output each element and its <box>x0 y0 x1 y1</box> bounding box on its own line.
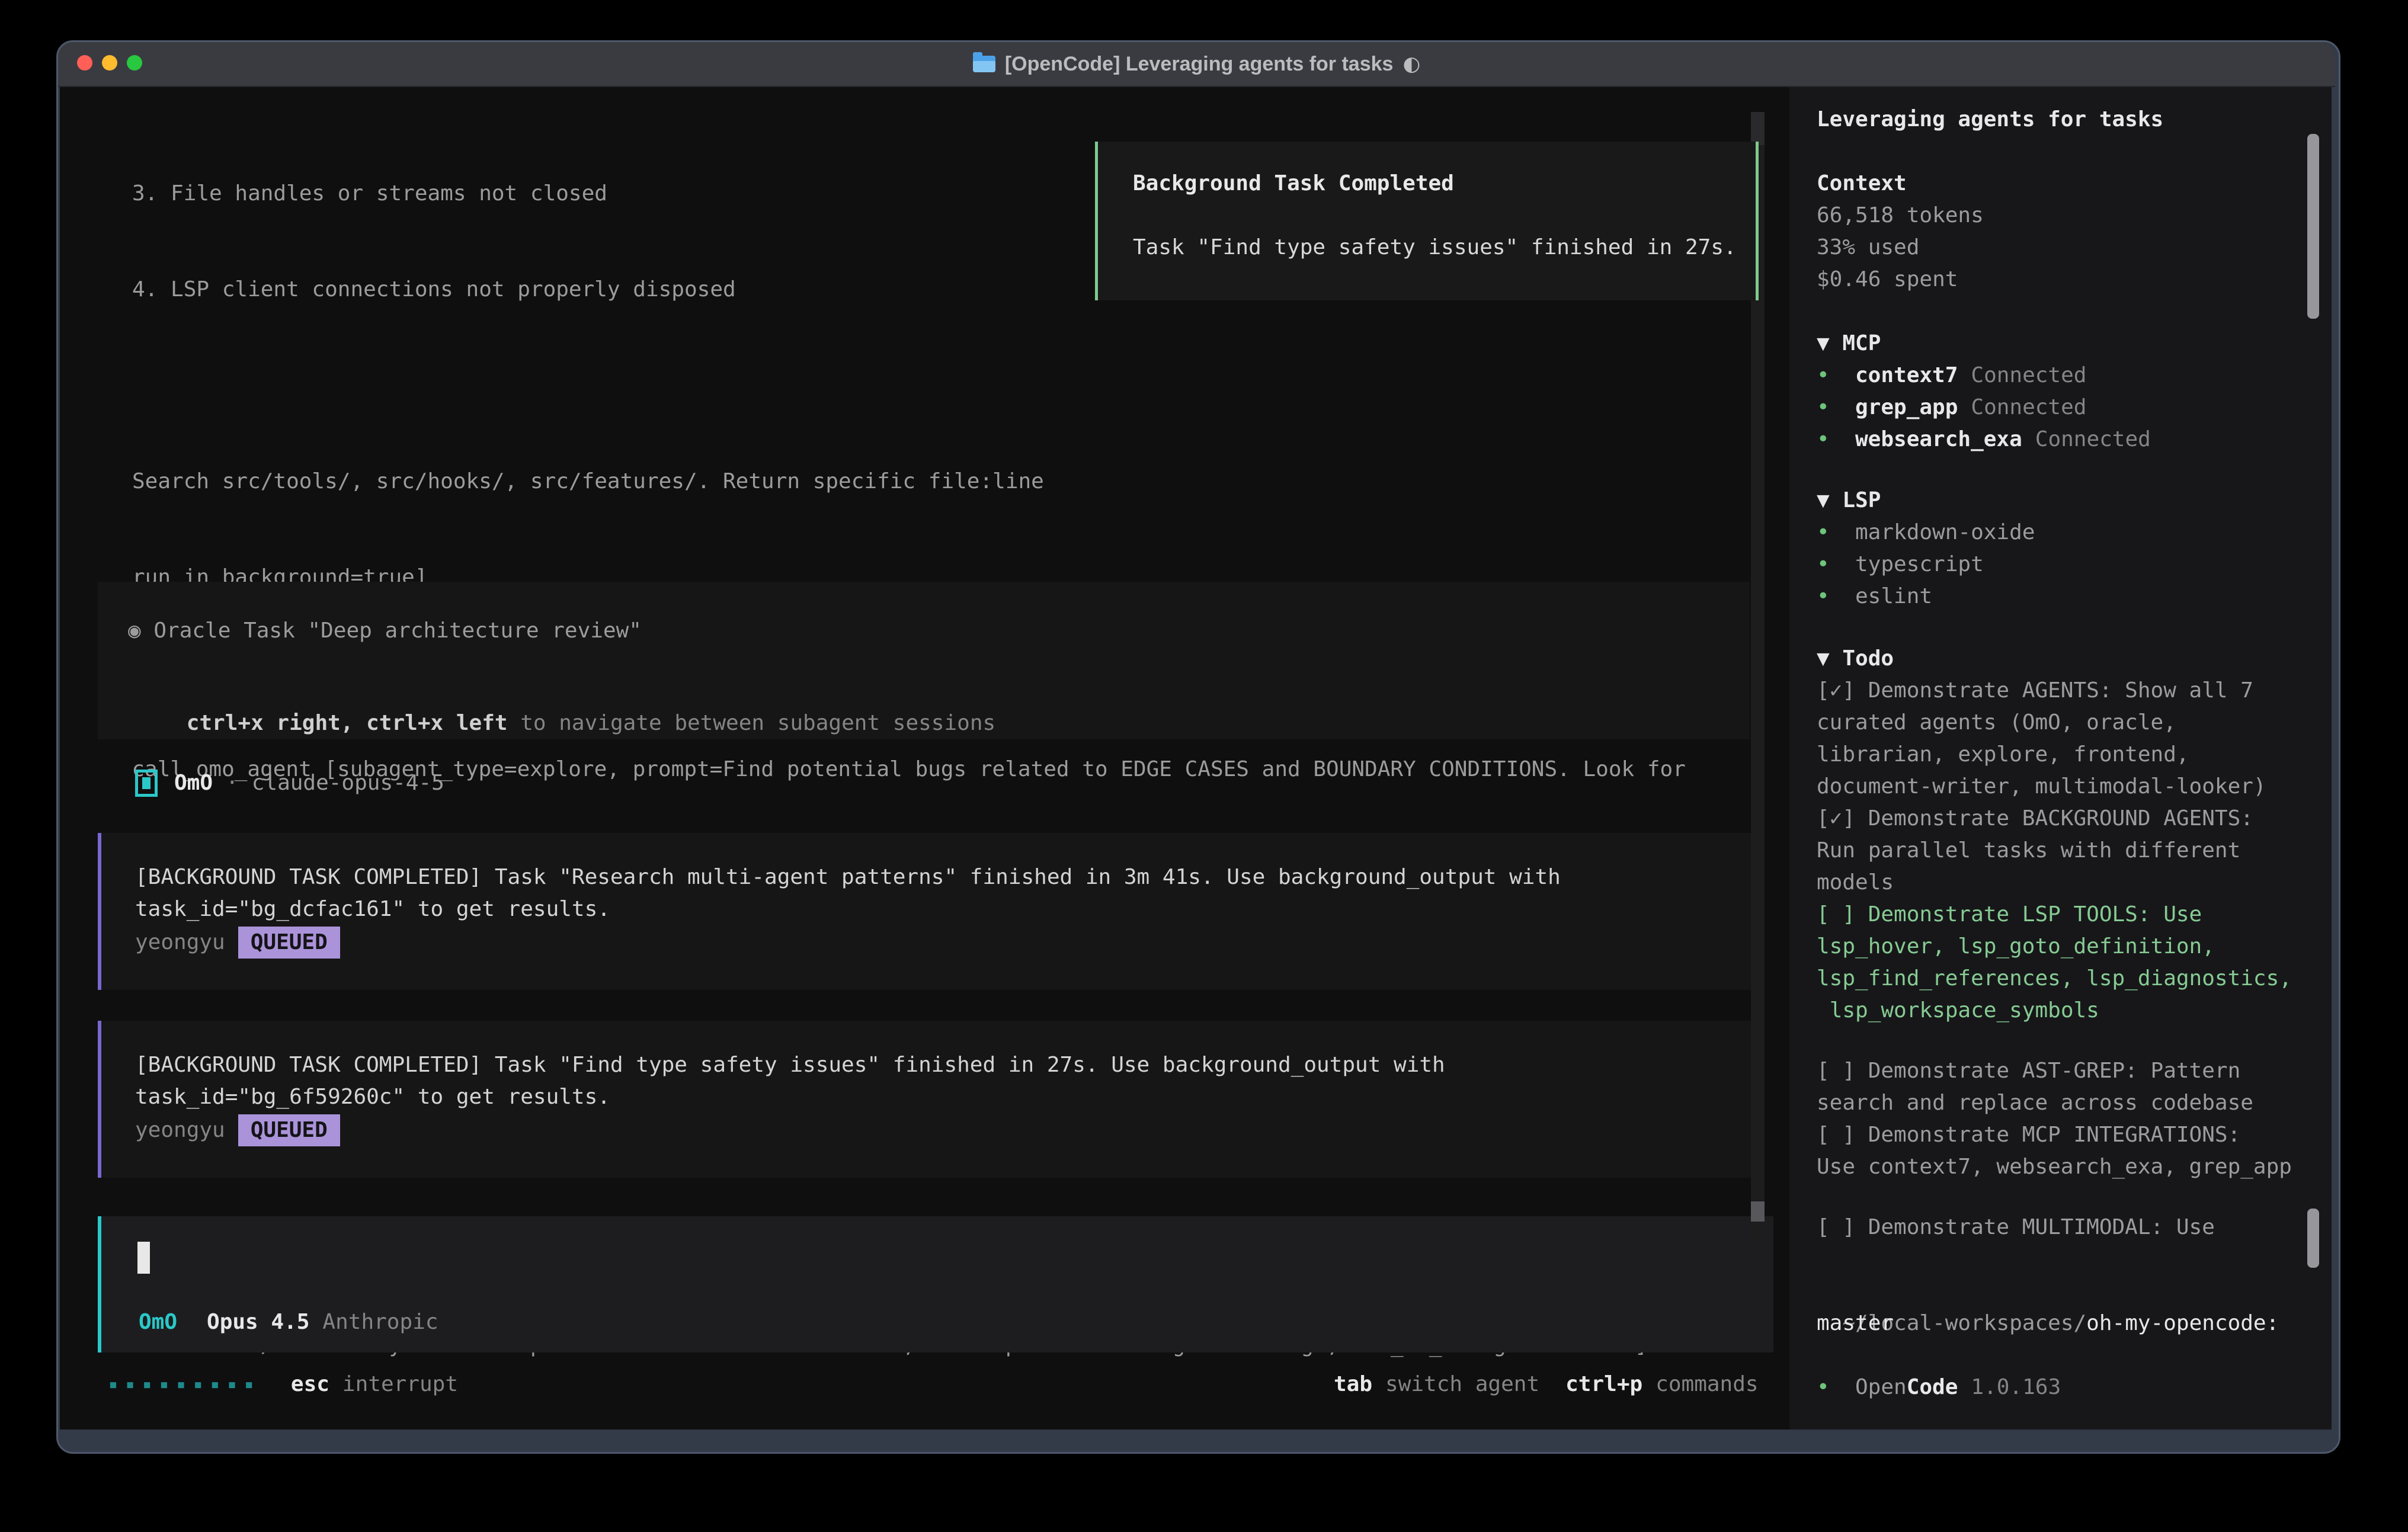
separator-dot: · <box>226 767 239 799</box>
lsp-name: markdown-oxide <box>1855 517 2035 549</box>
lsp-item: •markdown-oxide <box>1817 517 2298 549</box>
context-heading: Context <box>1817 168 2298 200</box>
lsp-section-heading: ▼ LSP <box>1817 485 2298 517</box>
todo-item-pending: [ ] Demonstrate MCP INTEGRATIONS: Use co… <box>1817 1119 2298 1183</box>
version-row: •OpenCode 1.0.163 <box>1817 1371 2298 1403</box>
context-tokens: 66,518 tokens <box>1817 200 2298 232</box>
window-title-group: [OpenCode] Leveraging agents for tasks ◐ <box>58 42 2335 86</box>
todo-section-heading: ▼ Todo <box>1817 643 2298 675</box>
notification-title: Background Task Completed <box>1133 168 1454 200</box>
todo-item-pending: [ ] Demonstrate MULTIMODAL: Use <box>1817 1212 2298 1243</box>
message-author: yeongyu <box>135 1114 225 1146</box>
status-badge: QUEUED <box>238 1114 340 1146</box>
mcp-name: context7 <box>1855 360 1958 392</box>
lsp-item: •eslint <box>1817 581 2298 613</box>
bullet-icon: • <box>1817 549 1855 581</box>
message-author: yeongyu <box>135 927 225 959</box>
message-box: [BACKGROUND TASK COMPLETED] Task "Find t… <box>98 1021 1753 1178</box>
agent-name: OmO <box>174 767 213 799</box>
mcp-status: Connected <box>1971 360 2086 392</box>
mcp-item: •websearch_exa Connected <box>1817 424 2298 456</box>
background-task-notification: Background Task Completed Task "Find typ… <box>1095 142 1759 300</box>
agent-header: OmO · claude-opus-4-5 <box>135 767 444 799</box>
oracle-task-box: ◉ Oracle Task "Deep architecture review"… <box>98 582 1750 739</box>
status-badge: QUEUED <box>238 927 340 959</box>
context-spent: $0.46 spent <box>1817 264 2298 296</box>
mcp-item: •context7 Connected <box>1817 360 2298 392</box>
todo-item-active: [ ] Demonstrate LSP TOOLS: Use lsp_hover… <box>1817 899 2298 1027</box>
input-provider: Anthropic <box>322 1306 438 1338</box>
mcp-status: Connected <box>1971 392 2086 424</box>
prompt-input[interactable]: OmO Opus 4.5 Anthropic <box>98 1216 1773 1352</box>
main-scrollbar-thumb[interactable] <box>1751 1201 1765 1222</box>
status-bar-left: ▪▪▪▪▪▪▪▪▪ esc interrupt <box>108 1368 458 1400</box>
notification-body: Task "Find type safety issues" finished … <box>1133 232 1737 264</box>
folder-icon <box>973 56 995 72</box>
terminal-line <box>132 370 1756 402</box>
input-model: Opus 4.5 <box>207 1306 309 1338</box>
mcp-status: Connected <box>2035 424 2151 456</box>
mcp-item: •grep_app Connected <box>1817 392 2298 424</box>
sidebar-scrollbar-thumb[interactable] <box>2307 134 2319 319</box>
app-version: 1.0.163 <box>1971 1371 2061 1403</box>
shortcut-hint: to navigate between subagent sessions <box>508 711 996 735</box>
todo-scrollbar-thumb[interactable] <box>2307 1209 2319 1268</box>
workspace-branch: master <box>1817 1307 2298 1339</box>
message-box: [BACKGROUND TASK COMPLETED] Task "Resear… <box>98 833 1753 990</box>
bullet-icon: • <box>1817 360 1855 392</box>
message-line: task_id="bg_6f59260c" to get results. <box>135 1081 610 1113</box>
keyboard-shortcut: ctrl+x right, ctrl+x left <box>187 711 508 735</box>
mcp-name: websearch_exa <box>1855 424 2022 456</box>
tab-key-hint: tab <box>1334 1368 1372 1400</box>
message-line: [BACKGROUND TASK COMPLETED] Task "Find t… <box>135 1049 1445 1081</box>
message-line: [BACKGROUND TASK COMPLETED] Task "Resear… <box>135 861 1561 893</box>
ctrlp-key-label: commands <box>1655 1368 1758 1400</box>
status-bar-right: tab switch agent ctrl+p commands <box>1334 1368 1759 1400</box>
window-title: [OpenCode] Leveraging agents for tasks <box>1005 53 1394 76</box>
app-name-bold: Code <box>1907 1371 1958 1403</box>
oracle-task-heading: ◉ Oracle Task "Deep architecture review" <box>128 615 642 647</box>
esc-key-hint: esc <box>291 1368 329 1400</box>
esc-key-label: interrupt <box>342 1368 458 1400</box>
todo-item-done: [✓] Demonstrate BACKGROUND AGENTS: Run p… <box>1817 803 2298 899</box>
agent-status-icon <box>135 770 158 797</box>
text-cursor <box>137 1242 150 1274</box>
lsp-name: eslint <box>1855 581 1932 613</box>
input-agent-name: OmO <box>139 1306 177 1338</box>
bullet-icon: • <box>1817 424 1855 456</box>
context-used: 33% used <box>1817 232 2298 264</box>
app-name-light: Open <box>1855 1371 1907 1403</box>
bullet-icon: • <box>1817 392 1855 424</box>
session-title: Leveraging agents for tasks <box>1817 104 2298 136</box>
ctrlp-key-hint: ctrl+p <box>1565 1368 1642 1400</box>
terminal-line: Search src/tools/, src/hooks/, src/featu… <box>132 466 1756 498</box>
spinner-dots-icon: ▪▪▪▪▪▪▪▪▪ <box>108 1368 261 1400</box>
mcp-name: grep_app <box>1855 392 1958 424</box>
lsp-item: •typescript <box>1817 549 2298 581</box>
mcp-section-heading: ▼ MCP <box>1817 328 2298 360</box>
title-bar: [OpenCode] Leveraging agents for tasks ◐ <box>58 42 2335 87</box>
bullet-icon: • <box>1817 1371 1855 1403</box>
lsp-name: typescript <box>1855 549 1984 581</box>
todo-item-done: [✓] Demonstrate AGENTS: Show all 7 curat… <box>1817 675 2298 803</box>
bullet-icon: • <box>1817 581 1855 613</box>
main-scrollbar-cap <box>1751 112 1765 145</box>
agent-model: claude-opus-4-5 <box>252 767 444 799</box>
tab-key-label: switch agent <box>1385 1368 1539 1400</box>
moon-icon: ◐ <box>1402 52 1420 76</box>
bullet-icon: • <box>1817 517 1855 549</box>
todo-item-pending: [ ] Demonstrate AST-GREP: Pattern search… <box>1817 1055 2298 1119</box>
message-line: task_id="bg_dcfac161" to get results. <box>135 893 610 925</box>
